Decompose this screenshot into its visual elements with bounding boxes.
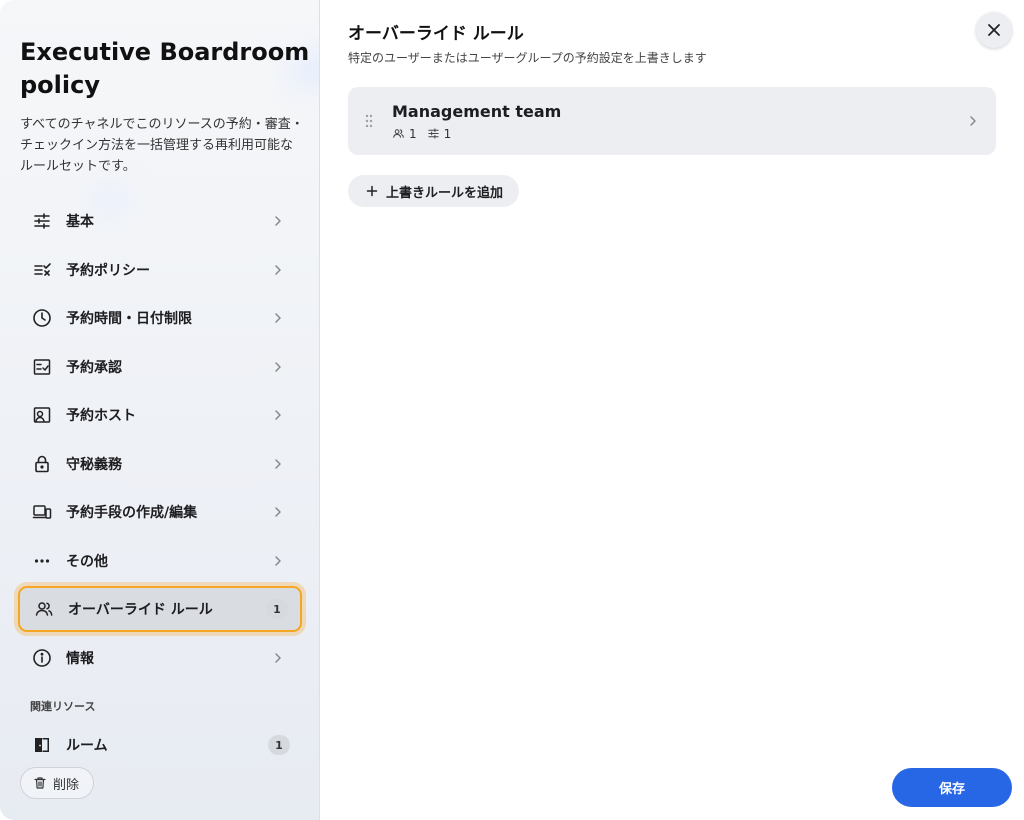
sidebar-item-confidentiality[interactable]: 守秘義務 <box>18 442 302 486</box>
sidebar-item-label: 基本 <box>66 214 94 230</box>
rule-users-count: 1 <box>392 127 417 141</box>
page-title: オーバーライド ルール <box>348 24 524 44</box>
sidebar-item-info[interactable]: 情報 <box>18 636 302 680</box>
chevron-right-icon <box>270 407 286 423</box>
save-button[interactable]: 保存 <box>892 768 1012 807</box>
chevron-right-icon <box>966 115 980 127</box>
info-icon <box>30 646 54 670</box>
add-override-rule-button[interactable]: 上書きルールを追加 <box>348 175 520 207</box>
sidebar-item-label: 予約時間・日付制限 <box>66 311 192 327</box>
users-icon <box>392 127 405 140</box>
rule-name: Management team <box>392 101 562 121</box>
list-check-icon <box>30 258 54 282</box>
drag-handle-icon[interactable] <box>362 113 376 129</box>
sidebar-item-override-rules[interactable]: オーバーライド ルール 1 <box>18 586 302 632</box>
chevron-right-icon <box>270 213 286 229</box>
chevron-right-icon <box>270 262 286 278</box>
sidebar-item-label: オーバーライド ルール <box>68 602 213 618</box>
sidebar-item-booking-methods[interactable]: 予約手段の作成/編集 <box>18 490 302 534</box>
close-button[interactable] <box>976 12 1012 48</box>
rule-settings-count-value: 1 <box>443 126 452 141</box>
chevron-right-icon <box>270 310 286 326</box>
rule-settings-count: 1 <box>427 126 452 141</box>
more-icon <box>30 549 54 573</box>
chevron-right-icon <box>270 504 286 520</box>
sidebar: Executive Boardroom policy すべてのチャネルでこのリソ… <box>0 0 320 820</box>
main-panel: オーバーライド ルール 特定のユーザーまたはユーザーグループの予約設定を上書きし… <box>320 0 1024 820</box>
devices-icon <box>30 500 54 524</box>
sidebar-item-label: 予約手段の作成/編集 <box>66 505 198 521</box>
related-item-label: ルーム <box>66 738 108 754</box>
door-icon <box>30 733 54 757</box>
policy-description: すべてのチャネルでこのリソースの予約・審査・チェックイン方法を一括管理する再利用… <box>20 117 304 174</box>
room-count-badge: 1 <box>268 735 290 755</box>
sidebar-item-label: 予約ホスト <box>66 408 136 424</box>
related-resources-heading: 関連リソース <box>30 700 96 713</box>
delete-button-label: 削除 <box>53 777 80 793</box>
approval-icon <box>30 355 54 379</box>
sidebar-item-label: その他 <box>66 554 108 570</box>
related-item-room[interactable]: ルーム 1 <box>18 723 302 767</box>
page-subtitle: 特定のユーザーまたはユーザーグループの予約設定を上書きします <box>348 51 707 65</box>
sidebar-item-basic[interactable]: 基本 <box>18 199 302 243</box>
chevron-right-icon <box>270 553 286 569</box>
sliders-icon <box>427 127 440 140</box>
rule-body: Management team 1 1 <box>392 102 966 141</box>
rule-meta: 1 1 <box>392 127 966 141</box>
sidebar-item-host[interactable]: 予約ホスト <box>18 393 302 437</box>
sidebar-item-approval[interactable]: 予約承認 <box>18 345 302 389</box>
delete-button[interactable]: 削除 <box>20 767 95 799</box>
sidebar-item-time-limits[interactable]: 予約時間・日付制限 <box>18 296 302 340</box>
lock-icon <box>30 452 54 476</box>
sidebar-item-label: 予約承認 <box>66 360 122 376</box>
chevron-right-icon <box>270 650 286 666</box>
override-rule-card[interactable]: Management team 1 1 <box>348 87 996 155</box>
policy-editor-window: Executive Boardroom policy すべてのチャネルでこのリソ… <box>0 0 1024 820</box>
sidebar-item-other[interactable]: その他 <box>18 539 302 583</box>
sidebar-item-label: 情報 <box>66 651 94 667</box>
sliders-icon <box>30 209 54 233</box>
policy-title: Executive Boardroom policy <box>20 38 310 99</box>
sidebar-item-label: 予約ポリシー <box>66 263 150 279</box>
override-rules-count-badge: 1 <box>266 599 288 619</box>
trash-icon <box>33 776 47 790</box>
plus-icon <box>366 185 378 197</box>
sidebar-item-booking-policy[interactable]: 予約ポリシー <box>18 248 302 292</box>
users-icon <box>32 597 56 621</box>
add-override-rule-label: 上書きルールを追加 <box>386 185 504 201</box>
chevron-right-icon <box>270 456 286 472</box>
rule-users-count-value: 1 <box>409 126 417 141</box>
close-icon <box>986 22 1002 38</box>
sidebar-item-label: 守秘義務 <box>66 457 122 473</box>
host-icon <box>30 403 54 427</box>
chevron-right-icon <box>270 359 286 375</box>
clock-icon <box>30 306 54 330</box>
